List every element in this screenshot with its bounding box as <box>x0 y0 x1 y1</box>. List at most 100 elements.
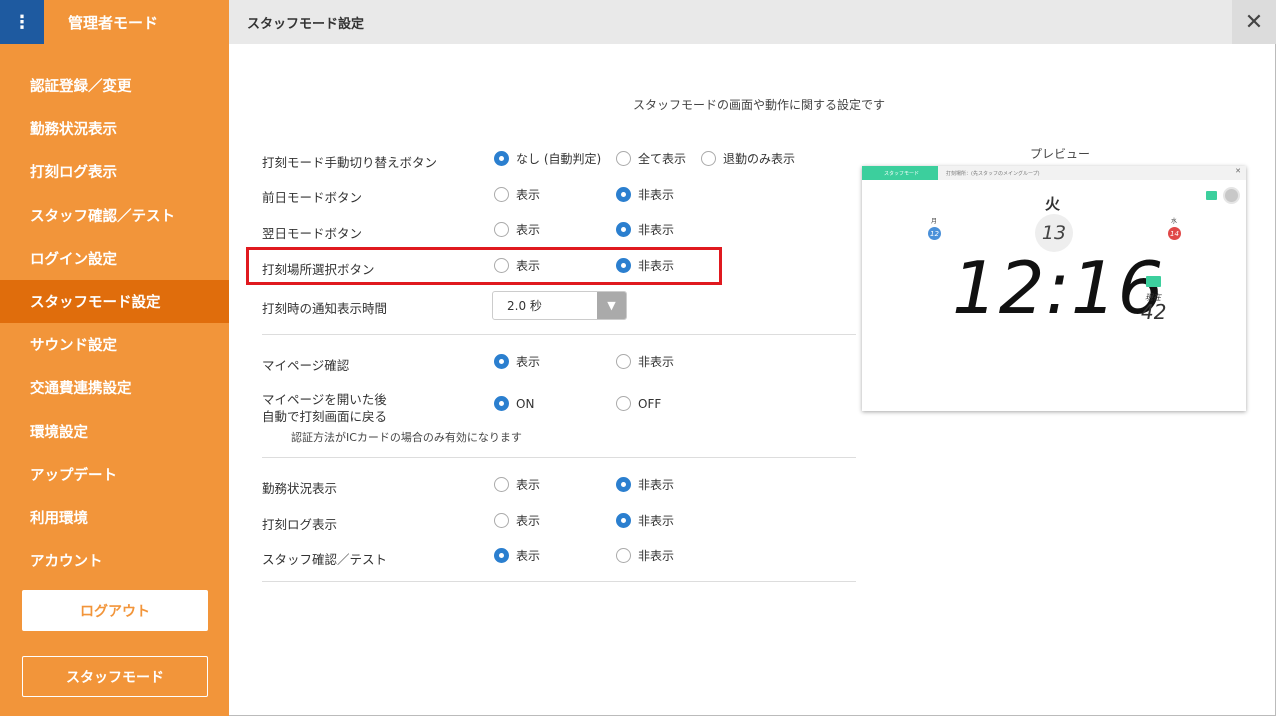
radio-unchecked-icon <box>494 222 509 237</box>
sidebar-item-punch-log[interactable]: 打刻ログ表示 <box>0 150 229 193</box>
sidebar-item-sound[interactable]: サウンド設定 <box>0 323 229 366</box>
radio-label: OFF <box>638 396 662 411</box>
radio-unchecked-icon <box>494 477 509 492</box>
radio-label: 表示 <box>516 478 541 492</box>
preview-next-day: 14 <box>1168 227 1181 240</box>
radio-label: 表示 <box>516 259 541 273</box>
preview-mode-tab: スタッフモード <box>862 166 938 180</box>
mypage-return-radio-on[interactable]: ON <box>494 396 534 411</box>
sidebar: ⋮ 管理者モード 認証登録／変更 勤務状況表示 打刻ログ表示 スタッフ確認／テス… <box>0 0 229 716</box>
sidebar-item-staff-mode-settings[interactable]: スタッフモード設定 <box>0 279 229 324</box>
location-radio-show[interactable]: 表示 <box>494 257 540 274</box>
close-icon[interactable]: ✕ <box>1232 0 1276 44</box>
mypage-return-note: 認証方法がICカードの場合のみ有効になります <box>291 431 522 444</box>
radio-label: 非表示 <box>638 478 675 492</box>
mypage-radio-hide[interactable]: 非表示 <box>616 353 674 370</box>
preview-panel: スタッフモード 打刻場所：(先スタッフのメイングループ) ✕ 火 13 月 12… <box>862 166 1246 411</box>
sidebar-nav: 認証登録／変更 勤務状況表示 打刻ログ表示 スタッフ確認／テスト ログイン設定 … <box>0 64 229 582</box>
sidebar-item-account[interactable]: アカウント <box>0 539 229 582</box>
preview-next-weekday: 水 <box>1171 218 1178 225</box>
notify-time-label: 打刻時の通知表示時間 <box>262 301 388 316</box>
notify-time-select[interactable]: 2.0 秒 ▼ <box>492 291 627 320</box>
sidebar-item-update[interactable]: アップデート <box>0 453 229 496</box>
staff-check-radio-hide[interactable]: 非表示 <box>616 547 674 564</box>
radio-checked-icon <box>494 548 509 563</box>
mypage-label: マイページ確認 <box>262 358 350 373</box>
radio-checked-icon <box>494 396 509 411</box>
radio-unchecked-icon <box>494 258 509 273</box>
radio-checked-icon <box>616 187 631 202</box>
divider <box>262 334 856 335</box>
radio-label: 表示 <box>516 188 541 202</box>
sidebar-item-auth[interactable]: 認証登録／変更 <box>0 64 229 107</box>
punch-log-radio-hide[interactable]: 非表示 <box>616 512 674 529</box>
preview-card-icon <box>1206 191 1217 200</box>
radio-label: 非表示 <box>638 259 675 273</box>
mypage-return-radio-off[interactable]: OFF <box>616 396 661 411</box>
radio-checked-icon <box>494 151 509 166</box>
prev-day-radio-show[interactable]: 表示 <box>494 186 540 203</box>
radio-label: 表示 <box>516 549 541 563</box>
sidebar-item-staff-check[interactable]: スタッフ確認／テスト <box>0 194 229 237</box>
preview-location: 打刻場所：(先スタッフのメイングループ) <box>946 170 1040 177</box>
work-status-radio-show[interactable]: 表示 <box>494 476 540 493</box>
radio-label: 非表示 <box>638 549 675 563</box>
radio-unchecked-icon <box>616 151 631 166</box>
manual-switch-radio-leave[interactable]: 退勤のみ表示 <box>701 150 795 167</box>
radio-unchecked-icon <box>616 548 631 563</box>
radio-unchecked-icon <box>494 187 509 202</box>
preview-card-small-icon <box>1146 276 1161 287</box>
staff-mode-button[interactable]: スタッフモード <box>22 656 208 697</box>
radio-label: 退勤のみ表示 <box>723 152 796 166</box>
radio-label: 表示 <box>516 223 541 237</box>
sidebar-item-work-status[interactable]: 勤務状況表示 <box>0 107 229 150</box>
preview-label: プレビュー <box>1030 147 1091 161</box>
radio-checked-icon <box>494 354 509 369</box>
staff-check-radio-show[interactable]: 表示 <box>494 547 540 564</box>
manual-switch-radio-none[interactable]: なし (自動判定) <box>494 150 601 167</box>
radio-label: 非表示 <box>638 223 675 237</box>
radio-checked-icon <box>616 258 631 273</box>
chevron-down-icon[interactable]: ▼ <box>597 292 626 319</box>
sidebar-item-environment[interactable]: 環境設定 <box>0 410 229 453</box>
mypage-radio-show[interactable]: 表示 <box>494 353 540 370</box>
radio-label: 全て表示 <box>638 152 687 166</box>
radio-unchecked-icon <box>701 151 716 166</box>
preview-prev-weekday: 月 <box>931 218 938 225</box>
next-day-radio-hide[interactable]: 非表示 <box>616 221 674 238</box>
preview-circle-icon <box>1223 187 1240 204</box>
prev-day-radio-hide[interactable]: 非表示 <box>616 186 674 203</box>
page-title: スタッフモード設定 <box>247 16 365 32</box>
divider <box>262 457 856 458</box>
sidebar-item-transport[interactable]: 交通費連携設定 <box>0 366 229 409</box>
main-header: スタッフモード設定 ✕ <box>229 0 1276 44</box>
radio-label: 表示 <box>516 355 541 369</box>
sidebar-item-login-settings[interactable]: ログイン設定 <box>0 237 229 280</box>
radio-checked-icon <box>616 477 631 492</box>
radio-unchecked-icon <box>616 354 631 369</box>
work-status-radio-hide[interactable]: 非表示 <box>616 476 674 493</box>
radio-checked-icon <box>616 222 631 237</box>
preview-topbar: スタッフモード 打刻場所：(先スタッフのメイングループ) ✕ <box>862 166 1246 180</box>
logout-button[interactable]: ログアウト <box>22 590 208 631</box>
sidebar-title: 管理者モード <box>68 13 159 32</box>
notify-time-value: 2.0 秒 <box>507 299 542 313</box>
location-radio-hide[interactable]: 非表示 <box>616 257 674 274</box>
sidebar-item-usage-env[interactable]: 利用環境 <box>0 496 229 539</box>
manual-switch-label: 打刻モード手動切り替えボタン <box>262 155 438 170</box>
menu-icon[interactable]: ⋮ <box>0 0 44 44</box>
radio-label: なし (自動判定) <box>516 152 602 166</box>
radio-label: 表示 <box>516 514 541 528</box>
divider <box>262 581 856 582</box>
manual-switch-radio-all[interactable]: 全て表示 <box>616 150 686 167</box>
prev-day-label: 前日モードボタン <box>262 190 363 205</box>
punch-log-radio-show[interactable]: 表示 <box>494 512 540 529</box>
preview-prev-day: 12 <box>928 227 941 240</box>
location-label: 打刻場所選択ボタン <box>262 262 375 277</box>
next-day-label: 翌日モードボタン <box>262 226 363 241</box>
next-day-radio-show[interactable]: 表示 <box>494 221 540 238</box>
staff-check-label: スタッフ確認／テスト <box>262 552 388 567</box>
preview-weekday: 火 <box>1045 195 1061 213</box>
radio-label: 非表示 <box>638 355 675 369</box>
radio-label: ON <box>516 396 535 411</box>
